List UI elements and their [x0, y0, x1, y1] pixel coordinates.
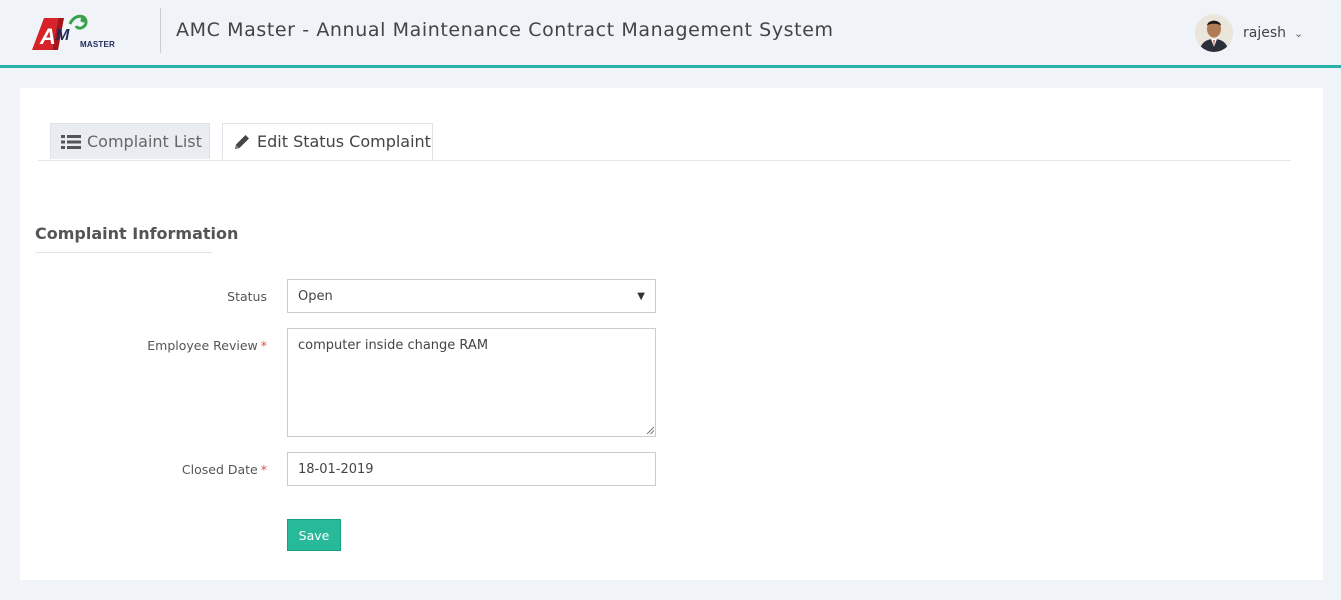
chevron-down-icon: ⌄: [1294, 26, 1304, 40]
employee-review-textarea[interactable]: computer inside change RAM: [287, 328, 656, 437]
closed-date-label-text: Closed Date: [181, 462, 258, 477]
section-divider: [35, 252, 212, 253]
tab-edit-status-label: Edit Status Complaint: [257, 132, 431, 151]
svg-text:M: M: [56, 27, 70, 44]
required-marker: *: [260, 462, 267, 477]
status-select[interactable]: Open ▼: [287, 279, 656, 313]
resize-grip-icon[interactable]: [646, 426, 655, 435]
top-header: A M MASTER AMC Master - Annual Maintenan…: [0, 0, 1341, 68]
avatar: [1195, 14, 1233, 52]
closed-date-label: Closed Date *: [20, 462, 267, 477]
section-title: Complaint Information: [35, 224, 239, 243]
logo-subtitle: MASTER: [80, 40, 115, 49]
user-name: rajesh: [1243, 25, 1287, 41]
svg-text:A: A: [39, 24, 56, 49]
save-button[interactable]: Save: [287, 519, 341, 551]
status-selected-value: Open: [298, 288, 333, 304]
tab-edit-status-complaint[interactable]: Edit Status Complaint: [222, 123, 433, 160]
employee-review-label-text: Employee Review: [147, 338, 258, 353]
list-icon: [61, 134, 81, 149]
app-title: AMC Master - Annual Maintenance Contract…: [176, 19, 834, 41]
dropdown-arrow-icon: ▼: [637, 290, 645, 302]
status-label: Status: [20, 289, 267, 304]
status-label-text: Status: [227, 289, 267, 304]
closed-date-input[interactable]: [287, 452, 656, 486]
employee-review-label: Employee Review *: [20, 338, 267, 353]
tab-bar: Complaint List Edit Status Complaint: [38, 123, 1291, 161]
tab-complaint-list-label: Complaint List: [87, 132, 202, 151]
user-menu[interactable]: rajesh ⌄: [1195, 13, 1303, 53]
content-panel: Complaint List Edit Status Complaint Com…: [20, 88, 1323, 580]
required-marker: *: [260, 338, 267, 353]
pencil-icon: [235, 134, 249, 149]
header-divider: [160, 8, 161, 53]
tab-complaint-list[interactable]: Complaint List: [50, 123, 210, 159]
